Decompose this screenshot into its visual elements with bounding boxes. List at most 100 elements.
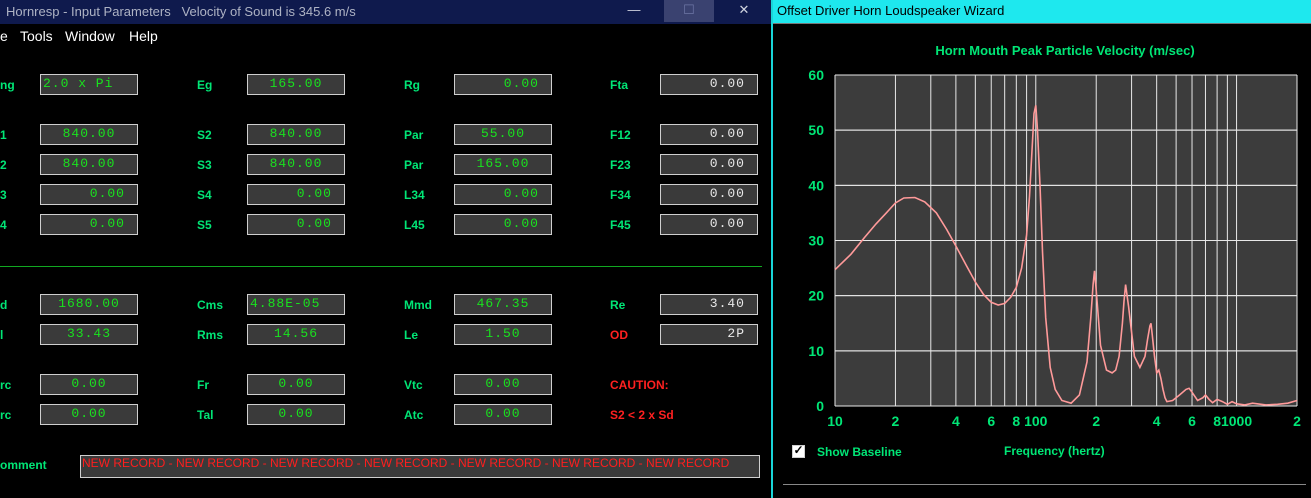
param-label: Tal — [197, 408, 214, 422]
param-field[interactable]: 14.56 — [247, 324, 345, 345]
x-axis-label: Frequency (hertz) — [1004, 444, 1105, 458]
param-label: L45 — [404, 218, 425, 232]
param-field[interactable]: 0.00 — [454, 74, 552, 95]
y-tick-label: 10 — [808, 343, 824, 359]
param-label: 4 — [0, 218, 7, 232]
param-label: Cms — [197, 298, 224, 312]
chart-grid — [834, 74, 1298, 407]
param-field[interactable]: 0.00 — [247, 214, 345, 235]
param-field[interactable]: 0.00 — [454, 214, 552, 235]
param-label: S4 — [197, 188, 212, 202]
param-field[interactable]: 165.00 — [454, 154, 552, 175]
y-tick-label: 20 — [808, 288, 824, 304]
param-label: S5 — [197, 218, 212, 232]
param-field[interactable]: 0.00 — [660, 74, 758, 95]
param-field[interactable]: 0.00 — [454, 404, 552, 425]
param-label: Rms — [197, 328, 224, 342]
param-field[interactable]: 0.00 — [454, 374, 552, 395]
param-label: OD — [610, 328, 628, 342]
menu-window[interactable]: Window — [65, 28, 115, 44]
param-field[interactable]: 3.40 — [660, 294, 758, 315]
wizard-title: Offset Driver Horn Loudspeaker Wizard — [777, 3, 1005, 18]
show-baseline-label[interactable]: Show Baseline — [817, 445, 902, 459]
x-tick-label: 4 — [1153, 413, 1161, 429]
param-field[interactable]: 0.00 — [40, 184, 138, 205]
param-label: Re — [610, 298, 626, 312]
input-window-title: Hornresp - Input Parameters Velocity of … — [6, 4, 356, 19]
x-tick-label: 2 — [892, 413, 900, 429]
section-divider — [0, 266, 762, 267]
param-field[interactable]: 4.88E-05 — [247, 294, 345, 315]
param-label: S3 — [197, 158, 212, 172]
param-field[interactable]: 0.00 — [660, 154, 758, 175]
param-label: rc — [0, 378, 12, 392]
minimize-button[interactable]: — — [614, 0, 654, 22]
param-label: Atc — [404, 408, 424, 422]
x-tick-label: 100 — [1024, 413, 1048, 429]
param-field[interactable]: 33.43 — [40, 324, 138, 345]
param-label: rc — [0, 408, 12, 422]
x-tick-label: 1000 — [1221, 413, 1252, 429]
comment-field[interactable]: NEW RECORD - NEW RECORD - NEW RECORD - N… — [80, 455, 760, 478]
param-field[interactable]: 1.50 — [454, 324, 552, 345]
y-tick-label: 50 — [808, 122, 824, 138]
wizard-title-bar[interactable]: Offset Driver Horn Loudspeaker Wizard — [773, 0, 1311, 23]
menu-file[interactable]: e — [0, 28, 8, 44]
param-field[interactable]: 165.00 — [247, 74, 345, 95]
x-tick-label: 4 — [952, 413, 960, 429]
param-field[interactable]: 0.00 — [660, 184, 758, 205]
menu-tools[interactable]: Tools — [20, 28, 53, 44]
param-field[interactable]: 0.00 — [247, 404, 345, 425]
param-label: Mmd — [404, 298, 432, 312]
particle-velocity-chart: Horn Mouth Peak Particle Velocity (m/sec… — [808, 43, 1301, 429]
param-label: F23 — [610, 158, 631, 172]
param-label: S2 — [197, 128, 212, 142]
maximize-button[interactable]: ☐ — [664, 0, 714, 22]
input-window-title-bar[interactable]: Hornresp - Input Parameters Velocity of … — [0, 0, 771, 24]
comment-label: omment — [0, 458, 47, 472]
y-tick-label: 0 — [816, 398, 824, 414]
x-axis-ticks: 10 2 4 6 8 100 2 4 6 8 1000 2 — [827, 413, 1301, 429]
x-tick-label: 10 — [827, 413, 843, 429]
param-label: Par — [404, 158, 424, 172]
check-icon: ✓ — [793, 443, 804, 457]
param-label: F45 — [610, 218, 631, 232]
bottom-divider — [783, 484, 1306, 485]
param-field[interactable]: 1680.00 — [40, 294, 138, 315]
param-label: Eg — [197, 78, 213, 92]
param-label: CAUTION: — [610, 378, 669, 392]
param-field[interactable]: 0.00 — [40, 214, 138, 235]
param-label: Par — [404, 128, 424, 142]
param-field[interactable]: 840.00 — [40, 124, 138, 145]
param-field[interactable]: 0.00 — [660, 124, 758, 145]
param-label: Rg — [404, 78, 420, 92]
x-tick-label: 6 — [987, 413, 995, 429]
close-button[interactable]: ✕ — [724, 0, 764, 22]
param-field[interactable]: 840.00 — [40, 154, 138, 175]
param-field[interactable]: 2P — [660, 324, 758, 345]
param-field[interactable]: 0.00 — [40, 374, 138, 395]
param-field[interactable]: 0.00 — [247, 184, 345, 205]
param-field[interactable]: 0.00 — [660, 214, 758, 235]
param-field[interactable]: 0.00 — [247, 374, 345, 395]
param-label: Fta — [610, 78, 628, 92]
show-baseline-checkbox[interactable]: ✓ — [792, 443, 805, 458]
param-label: ng — [0, 78, 15, 92]
param-field[interactable]: 0.00 — [40, 404, 138, 425]
param-label: Vtc — [404, 378, 423, 392]
menu-help[interactable]: Help — [129, 28, 158, 44]
param-field[interactable]: 840.00 — [247, 124, 345, 145]
y-tick-label: 40 — [808, 177, 824, 193]
param-field[interactable]: 55.00 — [454, 124, 552, 145]
param-field[interactable]: 2.0 x Pi — [40, 74, 138, 95]
param-label: l — [0, 328, 4, 342]
x-tick-label: 6 — [1188, 413, 1196, 429]
param-field[interactable]: 467.35 — [454, 294, 552, 315]
param-label: 3 — [0, 188, 7, 202]
x-tick-label: 8 — [1012, 413, 1020, 429]
y-axis-ticks: 0 10 20 30 40 50 60 — [808, 67, 824, 414]
param-field[interactable]: 840.00 — [247, 154, 345, 175]
param-field[interactable]: 0.00 — [454, 184, 552, 205]
x-tick-label: 2 — [1092, 413, 1100, 429]
param-label: Le — [404, 328, 419, 342]
